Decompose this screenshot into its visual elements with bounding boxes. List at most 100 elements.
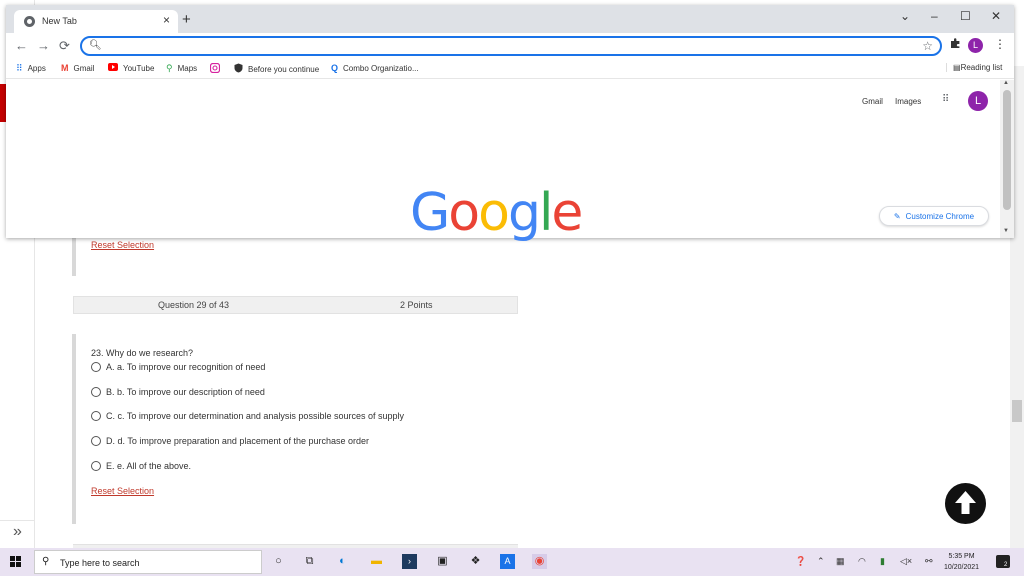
start-button[interactable] bbox=[10, 556, 22, 568]
question-header: Question 29 of 43 2 Points bbox=[73, 296, 518, 314]
app-a-icon[interactable]: A bbox=[500, 554, 515, 569]
minimize-button[interactable]: – bbox=[931, 9, 938, 23]
chrome-window: New Tab × + ⌄ – ☐ ✕ ← → ⟳ 🔍︎ ☆ L ⋮ ⠿ App… bbox=[6, 5, 1014, 243]
reset-selection-link[interactable]: Reset Selection bbox=[91, 486, 154, 496]
address-bar[interactable]: 🔍︎ ☆ bbox=[80, 36, 942, 56]
task-view-icon[interactable]: ⧉ bbox=[302, 554, 317, 569]
arrow-up-icon bbox=[955, 491, 976, 514]
bookmark-apps[interactable]: ⠿ Apps bbox=[16, 63, 46, 74]
app-icon[interactable]: › bbox=[402, 554, 417, 569]
back-button[interactable]: ← bbox=[15, 38, 28, 53]
help-icon[interactable]: ❓ bbox=[795, 556, 806, 567]
battery-icon[interactable]: ▮ bbox=[880, 556, 885, 567]
extensions-icon[interactable] bbox=[950, 38, 961, 52]
apps-grid-icon: ⠿ bbox=[16, 63, 23, 73]
ntp-scrollbar-thumb[interactable] bbox=[1003, 90, 1011, 210]
maximize-button[interactable]: ☐ bbox=[960, 9, 971, 23]
network-icon[interactable]: ⚯ bbox=[925, 556, 933, 567]
dropbox-icon[interactable]: ❖ bbox=[468, 554, 483, 569]
radio-button[interactable] bbox=[91, 411, 101, 421]
tab-search-icon[interactable]: ⌄ bbox=[900, 9, 910, 23]
question-points: 2 Points bbox=[400, 300, 433, 310]
gmail-link[interactable]: Gmail bbox=[862, 97, 883, 106]
bookmark-combo-organization[interactable]: Q Combo Organizatio... bbox=[331, 63, 419, 73]
bookmark-label: Before you continue bbox=[248, 64, 320, 74]
answer-option-a[interactable]: A. a. To improve our recognition of need bbox=[91, 362, 265, 372]
option-label: C. c. To improve our determination and a… bbox=[106, 411, 404, 421]
reset-selection-link-prev[interactable]: Reset Selection bbox=[91, 240, 154, 250]
bookmark-label: Maps bbox=[177, 64, 198, 73]
search-icon: ⚲ bbox=[42, 556, 50, 567]
logo-letter: e bbox=[551, 183, 583, 243]
shield-icon bbox=[234, 63, 243, 75]
taskbar-search-box[interactable]: ⚲ Type here to search bbox=[34, 550, 262, 574]
scroll-down-arrow[interactable]: ▼ bbox=[1003, 228, 1009, 234]
forward-button[interactable]: → bbox=[37, 38, 50, 53]
clock-date: 10/20/2021 bbox=[944, 564, 980, 571]
edge-icon[interactable]: ◐ bbox=[335, 554, 350, 569]
reload-button[interactable]: ⟳ bbox=[59, 38, 70, 54]
question-number: Question 29 of 43 bbox=[158, 300, 230, 310]
tray-app-icon[interactable]: ▦ bbox=[836, 556, 845, 567]
toolbar: ← → ⟳ 🔍︎ ☆ L ⋮ bbox=[6, 33, 1014, 59]
option-label: A. a. To improve our recognition of need bbox=[106, 362, 266, 372]
wifi-icon[interactable]: ◠ bbox=[858, 556, 866, 567]
question-text: 23. Why do we research? bbox=[91, 348, 194, 358]
bookmark-maps[interactable]: ⚲ Maps bbox=[166, 63, 197, 74]
logo-letter: o bbox=[478, 183, 510, 243]
system-clock[interactable]: 5:35 PM 10/20/2021 bbox=[944, 551, 979, 573]
option-label: D. d. To improve preparation and placeme… bbox=[106, 436, 369, 446]
tab-title: New Tab bbox=[42, 16, 77, 26]
bookmark-star-icon[interactable]: ☆ bbox=[922, 39, 933, 53]
bookmark-label: Apps bbox=[27, 64, 46, 73]
radio-button[interactable] bbox=[91, 461, 101, 471]
chrome-taskbar-icon[interactable]: ◉ bbox=[532, 554, 547, 569]
images-link[interactable]: Images bbox=[895, 97, 921, 106]
answer-option-d[interactable]: D. d. To improve preparation and placeme… bbox=[91, 436, 369, 446]
bookmark-before-you-continue[interactable]: Before you continue bbox=[234, 63, 319, 75]
close-tab-icon[interactable]: × bbox=[163, 13, 170, 27]
reading-list-icon: ▤ bbox=[953, 63, 961, 72]
bookmark-label: Combo Organizatio... bbox=[343, 63, 419, 73]
new-tab-button[interactable]: + bbox=[182, 11, 191, 28]
close-window-button[interactable]: ✕ bbox=[991, 9, 1001, 23]
bookmark-gmail[interactable]: M Gmail bbox=[61, 63, 94, 73]
notification-center-icon[interactable]: 2 bbox=[996, 555, 1010, 568]
google-account-avatar[interactable]: L bbox=[968, 91, 988, 111]
radio-button[interactable] bbox=[91, 362, 101, 372]
bookmark-label: Gmail bbox=[73, 63, 95, 73]
bookmarks-bar: ⠿ Apps M Gmail YouTube ⚲ Maps Before you… bbox=[6, 59, 1014, 79]
chrome-tab-icon bbox=[24, 16, 35, 27]
cortana-icon[interactable]: ○ bbox=[271, 554, 286, 569]
scroll-up-arrow[interactable]: ▲ bbox=[1003, 80, 1009, 86]
collapse-panel-button[interactable]: » bbox=[0, 520, 35, 544]
reading-list[interactable]: ▤ Reading list bbox=[946, 63, 1002, 72]
clock-time: 5:35 PM bbox=[948, 553, 975, 560]
bookmark-youtube[interactable]: YouTube bbox=[108, 63, 154, 73]
gmail-icon: M bbox=[61, 63, 69, 73]
tab-new-tab[interactable]: New Tab × bbox=[14, 10, 178, 33]
scroll-to-top-button[interactable] bbox=[945, 483, 986, 524]
menu-icon[interactable]: ⋮ bbox=[994, 37, 1006, 51]
volume-icon[interactable]: ◁× bbox=[900, 556, 912, 567]
store-icon[interactable]: ▣ bbox=[435, 554, 450, 569]
search-icon: 🔍︎ bbox=[89, 40, 102, 51]
reading-list-label: Reading list bbox=[960, 63, 1003, 72]
profile-avatar[interactable]: L bbox=[968, 38, 983, 53]
bookmark-instagram[interactable] bbox=[209, 62, 225, 75]
answer-option-c[interactable]: C. c. To improve our determination and a… bbox=[91, 411, 404, 421]
show-hidden-icons[interactable]: ⌃ bbox=[817, 556, 825, 567]
google-apps-icon[interactable]: ⠿ bbox=[942, 94, 954, 106]
answer-option-e[interactable]: E. e. All of the above. bbox=[91, 461, 191, 471]
title-bar: New Tab × + ⌄ – ☐ ✕ bbox=[6, 5, 1014, 33]
radio-button[interactable] bbox=[91, 387, 101, 397]
maps-pin-icon: ⚲ bbox=[166, 63, 173, 73]
page-scrollbar-thumb[interactable] bbox=[1012, 400, 1022, 422]
customize-chrome-button[interactable]: ✎ Customize Chrome bbox=[879, 206, 989, 226]
file-explorer-icon[interactable]: ▬ bbox=[369, 554, 384, 569]
windows-taskbar: ⚲ Type here to search ○ ⧉ ◐ ▬ › ▣ ❖ A ◉ … bbox=[0, 548, 1024, 576]
new-tab-page: Gmail Images ⠿ L Google ✎ Customize Chro… bbox=[6, 80, 1000, 243]
ntp-scrollbar[interactable]: ▲ ▼ bbox=[1000, 80, 1014, 238]
answer-option-b[interactable]: B. b. To improve our description of need bbox=[91, 387, 265, 397]
radio-button[interactable] bbox=[91, 436, 101, 446]
